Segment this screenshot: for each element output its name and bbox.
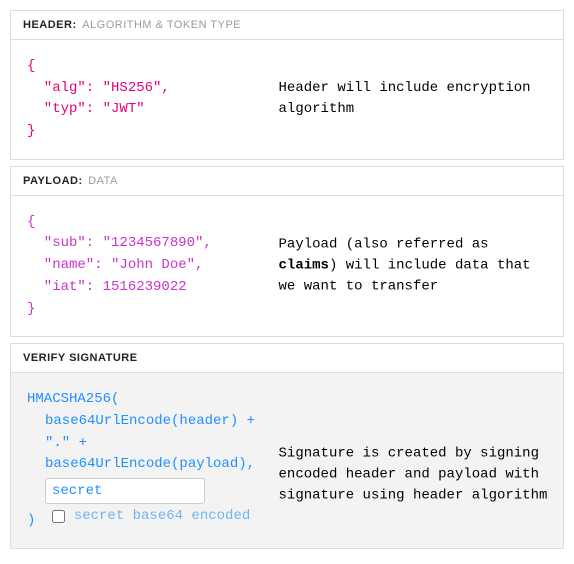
secret-base64-label: secret base64 encoded: [74, 506, 250, 528]
payload-label: PAYLOAD:: [23, 175, 83, 187]
payload-body: { "sub": "1234567890", "name": "John Doe…: [11, 195, 563, 336]
payload-annotation-bold: claims: [279, 257, 329, 273]
header-annotation: Header will include encryption algorithm: [279, 78, 549, 120]
secret-base64-row: secret base64 encoded: [48, 506, 250, 528]
sig-line-2: base64UrlEncode(header) + "." +: [27, 411, 279, 454]
signature-code: HMACSHA256( base64UrlEncode(header) + ".…: [27, 389, 279, 532]
section-header: HEADER: ALGORITHM & TOKEN TYPE { "alg": …: [10, 10, 564, 160]
header-body: { "alg": "HS256", "typ": "JWT" } Header …: [11, 39, 563, 159]
sig-line-3: base64UrlEncode(payload),: [27, 454, 279, 476]
section-signature: VERIFY SIGNATURE HMACSHA256( base64UrlEn…: [10, 343, 564, 549]
payload-sublabel: DATA: [88, 175, 118, 187]
signature-annotation: Signature is created by signing encoded …: [279, 443, 549, 506]
signature-label: VERIFY SIGNATURE: [23, 352, 138, 364]
sig-close-paren: ): [27, 512, 35, 528]
payload-annotation: Payload (also referred as claims) will i…: [279, 234, 549, 297]
sig-line-5: ) secret base64 encoded: [27, 506, 279, 532]
signature-body: HMACSHA256( base64UrlEncode(header) + ".…: [11, 372, 563, 548]
section-payload: PAYLOAD: DATA { "sub": "1234567890", "na…: [10, 166, 564, 337]
sig-line-1: HMACSHA256(: [27, 389, 279, 411]
payload-code: { "sub": "1234567890", "name": "John Doe…: [27, 212, 279, 320]
signature-header-title: VERIFY SIGNATURE: [11, 344, 563, 372]
section-header-title: HEADER: ALGORITHM & TOKEN TYPE: [11, 11, 563, 39]
secret-base64-checkbox[interactable]: [52, 510, 65, 523]
secret-input[interactable]: [45, 478, 205, 504]
payload-header-title: PAYLOAD: DATA: [11, 167, 563, 195]
header-code: { "alg": "HS256", "typ": "JWT" }: [27, 56, 279, 143]
header-sublabel: ALGORITHM & TOKEN TYPE: [82, 19, 241, 31]
payload-annotation-pre: Payload (also referred as: [279, 236, 489, 252]
header-label: HEADER:: [23, 19, 77, 31]
